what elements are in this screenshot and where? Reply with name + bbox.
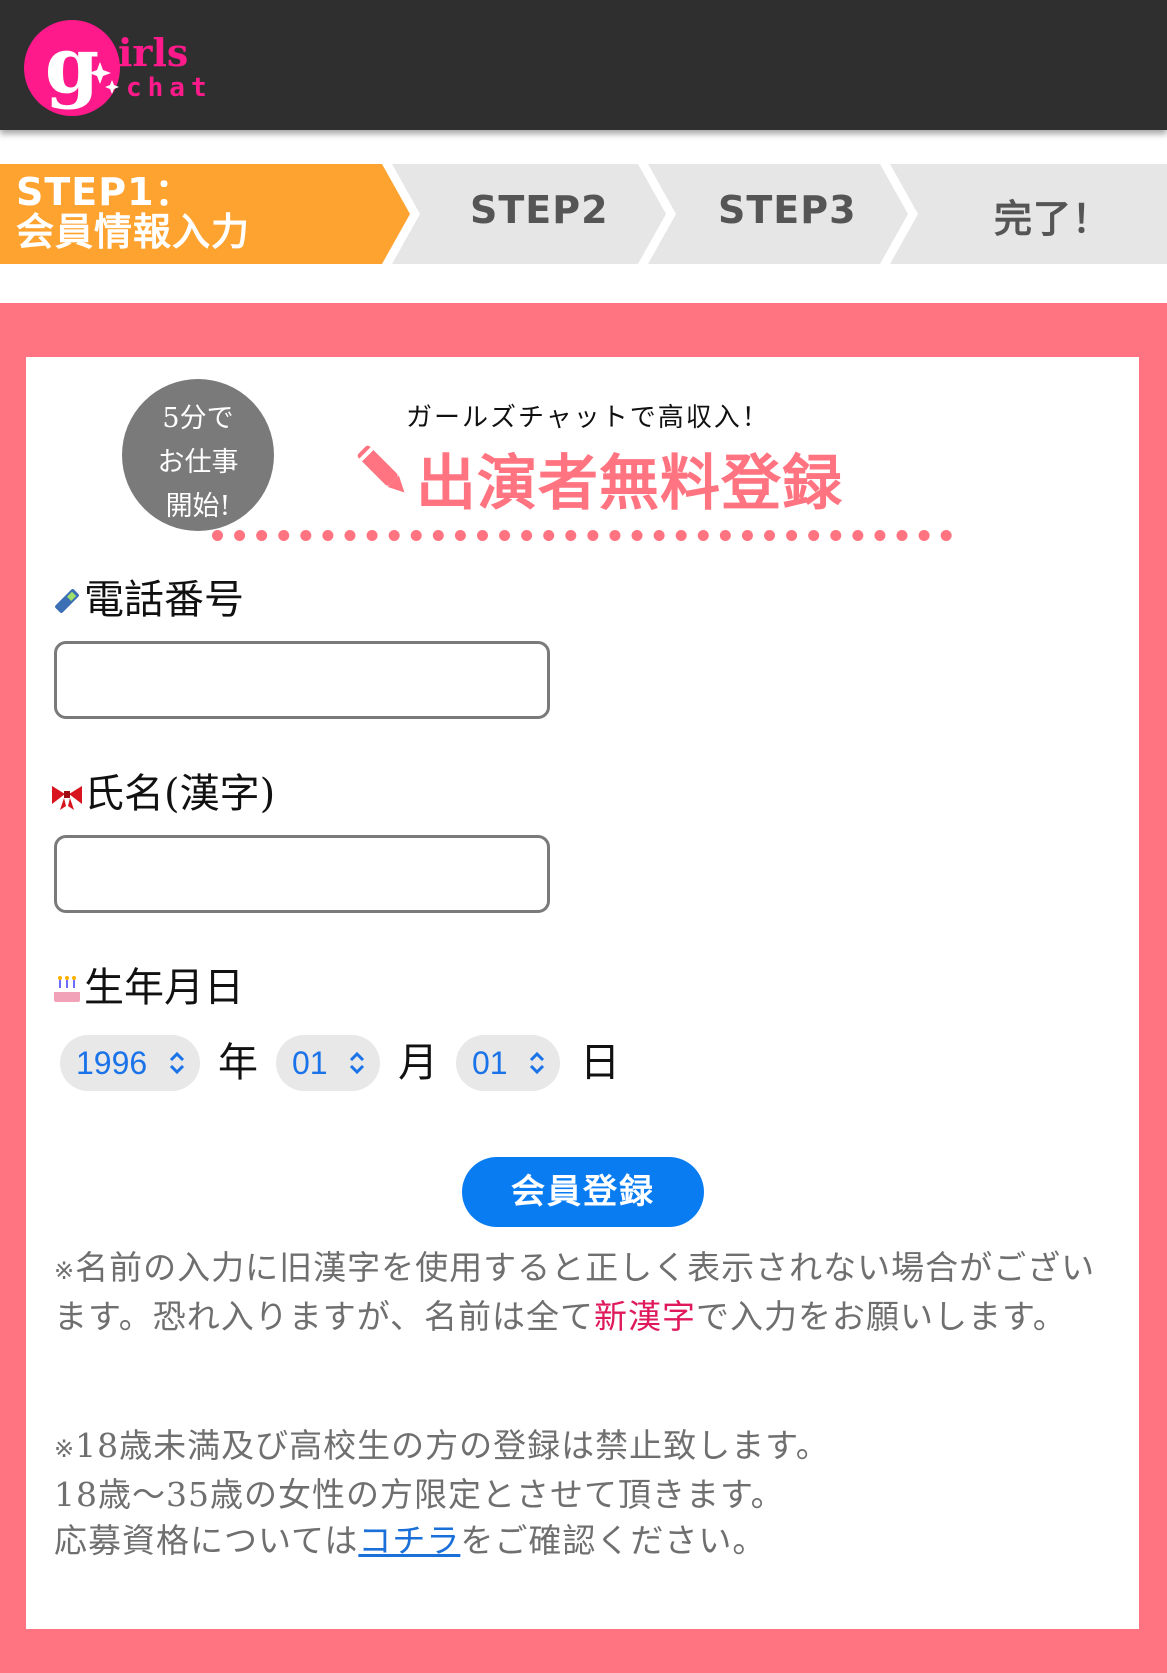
year-unit: 年 [218,1040,258,1086]
birthday-label-text: 生年月日 [84,965,244,1011]
chevron-up-down-icon [349,1051,365,1075]
logo-text-top: irls [118,30,188,75]
note-mark: ※ [54,1257,76,1285]
pencil-icon [357,445,405,493]
girls-chat-logo[interactable]: g irls chat [22,18,232,122]
logo-letter: g [45,20,100,111]
badge-line-3: 開始! [165,491,231,522]
birth-day-value: 01 [472,1045,508,1081]
five-minute-badge: 5分で お仕事 開始! [122,379,274,531]
registration-card: 5分で お仕事 開始! ガールズチャットで高収入！ 出演者無料登録 電話番号 氏… [26,357,1139,1629]
day-unit: 日 [580,1040,620,1086]
birth-day-select[interactable]: 01 [456,1035,560,1091]
eligibility-link[interactable]: コチラ [358,1521,460,1560]
tagline: ガールズチャットで高収入！ [406,403,770,433]
eligibility-line-3-after: をご確認ください。 [460,1521,767,1560]
ribbon-icon [52,774,82,820]
chevron-up-down-icon [529,1051,545,1075]
step-1-active: STEP1： 会員情報入力 [16,172,250,252]
birth-year-select[interactable]: 1996 [60,1035,200,1091]
eligibility-line-3-before: 応募資格については [54,1521,359,1560]
kanji-note-highlight: 新漢字 [594,1297,697,1336]
phone-label: 電話番号 [52,567,244,626]
birth-year-value: 1996 [76,1045,148,1081]
logo-text-bottom: chat [126,73,213,103]
note-mark: ※ [54,1435,76,1463]
eligibility-line-2: 18歳〜35歳の女性の方限定とさせて頂きます。 [54,1475,785,1514]
mobile-phone-icon [52,580,82,626]
step-1-line2: 会員情報入力 [16,210,251,254]
eligibility-note: ※18歳未満及び高校生の方の登録は禁止致します。 18歳〜35歳の女性の方限定と… [54,1423,1114,1564]
badge-line-2: お仕事 [157,447,239,478]
name-label: 氏名(漢字) [52,761,275,820]
page-title: 出演者無料登録 [416,449,843,519]
step-complete: 完了！ [994,197,1112,241]
birth-month-select[interactable]: 01 [276,1035,380,1091]
chevron-up-down-icon [169,1051,185,1075]
birthday-cake-icon [52,968,82,1014]
registration-frame: 5分で お仕事 開始! ガールズチャットで高収入！ 出演者無料登録 電話番号 氏… [0,303,1167,1673]
birth-month-value: 01 [292,1045,328,1081]
title-dotted-divider [212,530,952,541]
kanji-note: ※名前の入力に旧漢字を使用すると正しく表示されない場合がございます。恐れ入ります… [54,1245,1114,1340]
month-unit: 月 [398,1040,438,1086]
eligibility-line-1: 18歳未満及び高校生の方の登録は禁止致します。 [75,1426,830,1465]
badge-line-1: 5分で [162,403,234,434]
name-label-text: 氏名(漢字) [84,771,276,817]
step-2: STEP2 [470,188,609,232]
birthday-label: 生年月日 [52,955,244,1014]
top-header: g irls chat [0,0,1167,130]
kanji-note-text-after: で入力をお願いします。 [696,1297,1067,1336]
registration-steps: STEP1： 会員情報入力 STEP2 STEP3 完了！ [0,164,1167,264]
phone-label-text: 電話番号 [84,577,244,623]
name-input[interactable] [54,835,550,913]
phone-input[interactable] [54,641,550,719]
step-1-line1: STEP1： [16,170,194,214]
step-3: STEP3 [718,188,857,232]
register-button[interactable]: 会員登録 [462,1157,704,1227]
